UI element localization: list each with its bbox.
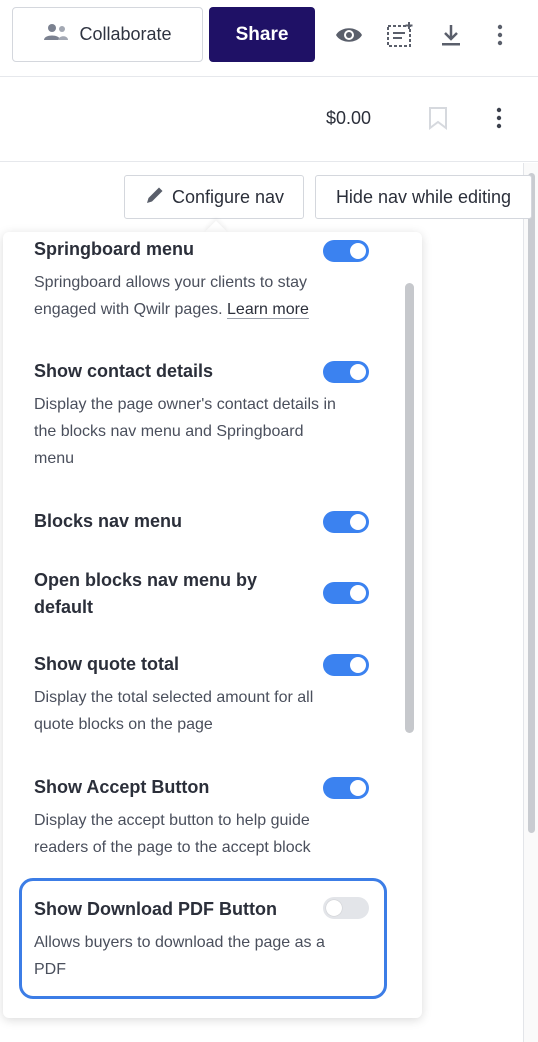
- page-header-row: $0.00: [0, 78, 538, 162]
- more-vertical-icon[interactable]: [485, 20, 515, 50]
- share-button[interactable]: Share: [209, 7, 315, 62]
- list-add-icon[interactable]: [385, 20, 415, 50]
- setting-description: Allows buyers to download the page as a …: [34, 934, 325, 978]
- setting-title: Open blocks nav menu by default: [34, 570, 258, 617]
- setting-description: Display the page owner's contact details…: [34, 396, 336, 467]
- setting-title: Show Download PDF Button: [34, 899, 277, 919]
- collaborate-button[interactable]: Collaborate: [12, 7, 203, 62]
- blocks-nav-menu-toggle[interactable]: [323, 511, 369, 533]
- page-scrollbar-thumb[interactable]: [528, 173, 535, 833]
- quote-total-toggle[interactable]: [323, 654, 369, 676]
- page-price: $0.00: [326, 108, 372, 128]
- popover-scrollbar[interactable]: [405, 283, 414, 733]
- setting-description: Springboard allows your clients to stay …: [34, 274, 309, 319]
- setting-title: Show Accept Button: [34, 777, 210, 797]
- setting-title: Blocks nav menu: [34, 511, 183, 531]
- setting-description: Display the accept button to help guide …: [34, 812, 311, 856]
- more-vertical-icon[interactable]: [495, 106, 503, 135]
- setting-description: Display the total selected amount for al…: [34, 689, 314, 733]
- collaborate-label: Collaborate: [79, 24, 172, 44]
- eye-icon[interactable]: [334, 20, 364, 50]
- setting-title: Springboard menu: [34, 239, 195, 259]
- setting-show-accept-button: Show Accept Button Display the accept bu…: [34, 774, 369, 861]
- setting-show-quote-total: Show quote total Display the total selec…: [34, 651, 369, 738]
- download-pdf-toggle[interactable]: [323, 897, 369, 919]
- setting-title: Show quote total: [34, 654, 179, 674]
- setting-springboard-menu: Springboard menu Springboard allows your…: [34, 236, 369, 323]
- setting-title: Show contact details: [34, 361, 214, 381]
- pencil-icon: [144, 184, 166, 211]
- setting-open-blocks-nav-default: Open blocks nav menu by default: [34, 567, 369, 621]
- setting-blocks-nav-menu: Blocks nav menu: [34, 508, 369, 535]
- page-scrollbar[interactable]: [523, 163, 538, 1042]
- springboard-menu-toggle[interactable]: [323, 240, 369, 262]
- configure-nav-label: Configure nav: [171, 186, 285, 207]
- setting-show-contact-details: Show contact details Display the page ow…: [34, 358, 369, 472]
- accept-button-toggle[interactable]: [323, 777, 369, 799]
- hide-nav-button[interactable]: Hide nav while editing: [315, 175, 532, 219]
- download-icon[interactable]: [436, 20, 466, 50]
- contact-details-toggle[interactable]: [323, 361, 369, 383]
- top-toolbar: Collaborate Share: [0, 0, 538, 77]
- configure-nav-button[interactable]: Configure nav: [124, 175, 304, 219]
- open-blocks-nav-toggle[interactable]: [323, 582, 369, 604]
- setting-show-download-pdf: Show Download PDF Button Allows buyers t…: [34, 896, 369, 983]
- users-icon: [43, 23, 69, 46]
- bookmark-icon[interactable]: [428, 106, 448, 135]
- learn-more-link[interactable]: Learn more: [227, 301, 309, 319]
